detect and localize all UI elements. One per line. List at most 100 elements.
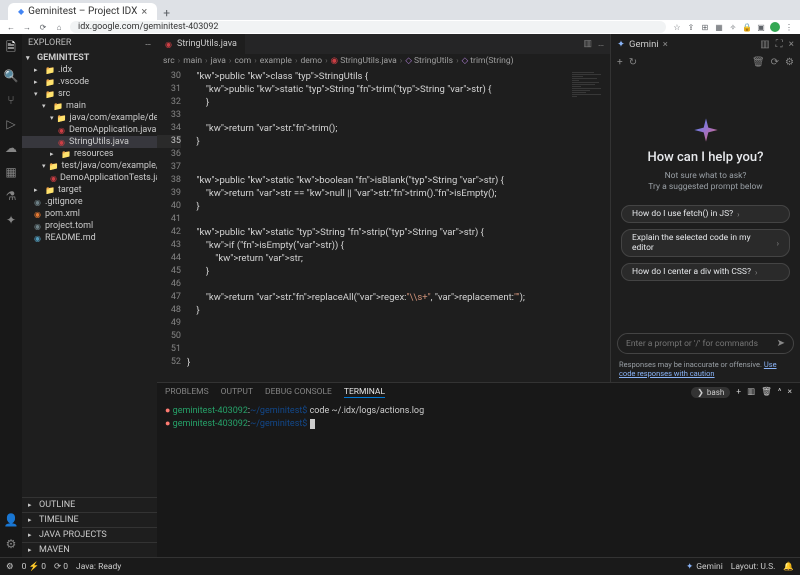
file-item[interactable]: ◉project.toml bbox=[22, 220, 157, 232]
breadcrumb-segment[interactable]: main bbox=[183, 56, 202, 66]
breadcrumb-segment[interactable]: ◇ StringUtils bbox=[405, 56, 453, 66]
project-root[interactable]: ▾ GEMINITEST bbox=[22, 52, 157, 64]
browser-tab[interactable]: ◆ Geminitest – Project IDX × bbox=[8, 3, 157, 20]
share-icon[interactable]: ⇪ bbox=[686, 22, 696, 32]
folder-item[interactable]: ▸📁resources bbox=[22, 148, 157, 160]
refresh-icon[interactable]: ⟳ bbox=[771, 57, 779, 68]
profile-icon[interactable] bbox=[770, 22, 780, 32]
minimap[interactable] bbox=[570, 68, 610, 382]
terminal-body[interactable]: ● geminitest-403092:~/geminitest$ code ~… bbox=[157, 401, 800, 557]
folder-item[interactable]: ▾📁test/java/com/example/demo bbox=[22, 160, 157, 172]
status-item[interactable]: ✦ Gemini bbox=[686, 562, 723, 572]
kill-terminal-icon[interactable]: 🗑 bbox=[761, 387, 772, 397]
sidebar-section[interactable]: ▸TIMELINE bbox=[22, 512, 157, 527]
sidebar-section[interactable]: ▸OUTLINE bbox=[22, 497, 157, 512]
wand-icon[interactable]: ✧ bbox=[728, 22, 738, 32]
more-icon[interactable]: … bbox=[598, 39, 604, 49]
panel-tab-problems[interactable]: PROBLEMS bbox=[165, 387, 209, 397]
terminal-shell-badge[interactable]: ❯ bash bbox=[691, 387, 730, 398]
breadcrumb-segment[interactable]: ◇ trim(String) bbox=[462, 56, 514, 66]
dock-icon[interactable]: ▥ bbox=[760, 39, 769, 50]
bookmark-icon[interactable]: ☆ bbox=[672, 22, 682, 32]
file-item[interactable]: ◉.gitignore bbox=[22, 196, 157, 208]
status-item[interactable]: ⚙ bbox=[6, 562, 14, 572]
status-item[interactable]: Java: Ready bbox=[76, 562, 121, 572]
run-debug-icon[interactable]: ▷ bbox=[6, 117, 15, 131]
source-control-icon[interactable]: ⑂ bbox=[7, 93, 14, 107]
file-item[interactable]: ◉README.md bbox=[22, 232, 157, 244]
lock-icon[interactable]: 🔒 bbox=[742, 22, 752, 32]
url-field[interactable]: idx.google.com/geminitest-403092 bbox=[70, 21, 666, 33]
breadcrumb-segment[interactable]: com bbox=[234, 56, 251, 66]
breadcrumb[interactable]: src›main›java›com›example›demo›◉ StringU… bbox=[157, 54, 610, 68]
reload-icon[interactable]: ⟳ bbox=[38, 22, 48, 32]
new-chat-icon[interactable]: + bbox=[617, 57, 623, 68]
split-terminal-icon[interactable]: ▥ bbox=[747, 387, 755, 397]
forward-icon[interactable]: → bbox=[22, 22, 32, 32]
gemini-input-row[interactable]: ➤ bbox=[617, 333, 794, 354]
beaker-icon[interactable]: ⚗ bbox=[6, 189, 17, 203]
account-icon[interactable]: 👤 bbox=[4, 513, 19, 527]
expand-icon[interactable]: ⛶ bbox=[776, 39, 783, 50]
delete-icon[interactable]: 🗑 bbox=[752, 57, 765, 68]
folder-item[interactable]: ▾📁java/com/example/demo bbox=[22, 112, 157, 124]
status-item[interactable]: 0 ⚡ 0 bbox=[22, 562, 46, 572]
settings-small-icon[interactable]: ⚙ bbox=[785, 57, 794, 68]
send-icon[interactable]: ➤ bbox=[777, 338, 785, 349]
menu-icon[interactable]: ⋮ bbox=[784, 22, 794, 32]
file-item[interactable]: ◉DemoApplication.java bbox=[22, 124, 157, 136]
file-item[interactable]: ◉StringUtils.java bbox=[22, 136, 157, 148]
file-item[interactable]: ◉pom.xml bbox=[22, 208, 157, 220]
maximize-icon[interactable]: ^ bbox=[778, 387, 782, 397]
breadcrumb-segment[interactable]: demo bbox=[301, 56, 323, 66]
folder-item[interactable]: ▾📁main bbox=[22, 100, 157, 112]
suggestion-pill[interactable]: How do I center a div with CSS?› bbox=[621, 263, 790, 281]
google-cloud-icon[interactable]: ☁ bbox=[5, 141, 17, 155]
settings-icon[interactable]: ⚙ bbox=[6, 537, 17, 551]
extensions-icon[interactable]: ▦ bbox=[5, 165, 16, 179]
folder-item[interactable]: ▸📁.idx bbox=[22, 64, 157, 76]
suggestion-pill[interactable]: Explain the selected code in my editor› bbox=[621, 229, 790, 257]
folder-item[interactable]: ▸📁.vscode bbox=[22, 76, 157, 88]
new-tab-button[interactable]: + bbox=[163, 6, 170, 20]
breadcrumb-segment[interactable]: java bbox=[211, 56, 226, 66]
sparkles-icon[interactable]: ✦ bbox=[6, 213, 16, 227]
editor-body[interactable]: 3031323334353637383940414243444546474849… bbox=[157, 68, 610, 382]
panel-tab-terminal[interactable]: TERMINAL bbox=[344, 387, 385, 398]
panel-tab-debug-console[interactable]: DEBUG CONSOLE bbox=[265, 387, 332, 397]
sidebar-section[interactable]: ▸MAVEN bbox=[22, 542, 157, 557]
explorer-icon[interactable]: 🗎 bbox=[6, 38, 16, 59]
folder-item[interactable]: ▾📁src bbox=[22, 88, 157, 100]
sidebar-section[interactable]: ▸JAVA PROJECTS bbox=[22, 527, 157, 542]
boxes-icon[interactable]: ▦ bbox=[714, 22, 724, 32]
cast-icon[interactable]: ▣ bbox=[756, 22, 766, 32]
breadcrumb-segment[interactable]: example bbox=[260, 56, 292, 66]
tree-item-label: project.toml bbox=[45, 221, 93, 231]
editor-tab[interactable]: ◉ StringUtils.java bbox=[157, 34, 246, 54]
folder-item[interactable]: ▸📁target bbox=[22, 184, 157, 196]
extensions-icon[interactable]: ⊞ bbox=[700, 22, 710, 32]
status-item[interactable]: ⟳ 0 bbox=[54, 562, 68, 572]
split-icon[interactable]: ▥ bbox=[583, 39, 592, 49]
breadcrumb-segment[interactable]: src bbox=[163, 56, 175, 66]
search-icon[interactable]: 🔍 bbox=[4, 69, 19, 83]
status-item[interactable]: 🔔 bbox=[783, 562, 794, 572]
status-item[interactable]: Layout: U.S. bbox=[731, 562, 776, 572]
new-terminal-icon[interactable]: + bbox=[736, 387, 741, 397]
gemini-prompt-input[interactable] bbox=[626, 339, 777, 349]
gemini-tab[interactable]: ✦ Gemini × bbox=[617, 39, 668, 50]
close-icon[interactable]: × bbox=[663, 39, 668, 50]
panel-tab-output[interactable]: OUTPUT bbox=[221, 387, 253, 397]
history-icon[interactable]: ↻ bbox=[629, 57, 637, 68]
tree-item-label: resources bbox=[74, 149, 114, 159]
file-item[interactable]: ◉DemoApplicationTests.java bbox=[22, 172, 157, 184]
code-area[interactable]: "kw">public "kw">class "typ">StringUtils… bbox=[187, 68, 570, 382]
more-icon[interactable]: … bbox=[145, 38, 151, 48]
home-icon[interactable]: ⌂ bbox=[54, 22, 64, 32]
close-panel-icon[interactable]: × bbox=[789, 39, 794, 50]
close-icon[interactable]: × bbox=[141, 5, 147, 18]
back-icon[interactable]: ← bbox=[6, 22, 16, 32]
close-panel-icon[interactable]: × bbox=[787, 387, 792, 397]
breadcrumb-segment[interactable]: ◉ StringUtils.java bbox=[331, 56, 397, 66]
suggestion-pill[interactable]: How do I use fetch() in JS?› bbox=[621, 205, 790, 223]
